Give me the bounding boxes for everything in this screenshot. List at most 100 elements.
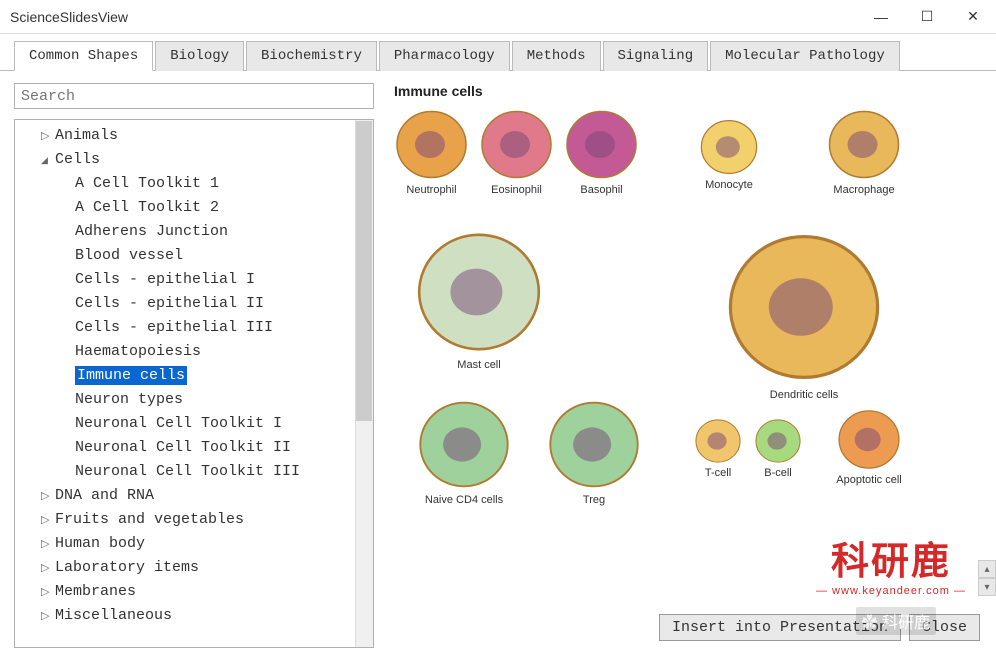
tab-biochemistry[interactable]: Biochemistry	[246, 41, 377, 71]
tab-molecular-pathology[interactable]: Molecular Pathology	[710, 41, 900, 71]
tab-pharmacology[interactable]: Pharmacology	[379, 41, 510, 71]
preview-item-eosinophil[interactable]: Eosinophil	[479, 107, 554, 196]
preview-item-label: Macrophage	[824, 184, 904, 196]
tree-item-label: Human body	[55, 535, 145, 552]
preview-item-neutrophil[interactable]: Neutrophil	[394, 107, 469, 196]
tree-item-a-cell-toolkit-1[interactable]: A Cell Toolkit 1	[15, 172, 373, 196]
scroll-down-icon[interactable]: ▾	[978, 578, 996, 596]
tree-item-label: Neuronal Cell Toolkit II	[75, 439, 291, 456]
tree-item-miscellaneous[interactable]: ▷Miscellaneous	[15, 604, 373, 628]
window-title: ScienceSlidesView	[10, 9, 858, 25]
tree-item-neuronal-cell-toolkit-ii[interactable]: Neuronal Cell Toolkit II	[15, 436, 373, 460]
tree-arrow-icon: ▷	[41, 489, 55, 507]
tree-item-dna-and-rna[interactable]: ▷DNA and RNA	[15, 484, 373, 508]
preview-item-label: Eosinophil	[479, 184, 554, 196]
minimize-button[interactable]: —	[858, 0, 904, 34]
tree-item-label: Neuronal Cell Toolkit I	[75, 415, 282, 432]
preview-item-macrophage[interactable]: Macrophage	[824, 107, 904, 196]
tree-item-adherens-junction[interactable]: Adherens Junction	[15, 220, 373, 244]
scrollbar-thumb[interactable]	[356, 121, 372, 421]
tree-item-label: Animals	[55, 127, 118, 144]
preview-item-treg[interactable]: Treg	[544, 397, 644, 506]
tree-item-blood-vessel[interactable]: Blood vessel	[15, 244, 373, 268]
tree-item-label: Membranes	[55, 583, 136, 600]
cell-illustration-icon	[824, 107, 904, 182]
search-input[interactable]	[14, 83, 374, 109]
tree-item-neuronal-cell-toolkit-iii[interactable]: Neuronal Cell Toolkit III	[15, 460, 373, 484]
tree-item-a-cell-toolkit-2[interactable]: A Cell Toolkit 2	[15, 196, 373, 220]
tree-item-neuron-types[interactable]: Neuron types	[15, 388, 373, 412]
tab-signaling[interactable]: Signaling	[603, 41, 709, 71]
cell-illustration-icon	[394, 107, 469, 182]
preview-item-label: Apoptotic cell	[834, 474, 904, 486]
tree-item-neuronal-cell-toolkit-i[interactable]: Neuronal Cell Toolkit I	[15, 412, 373, 436]
tree-item-cells[interactable]: ◢Cells	[15, 148, 373, 172]
preview-item-mast-cell[interactable]: Mast cell	[404, 227, 554, 371]
cell-illustration-icon	[564, 107, 639, 182]
tree-item-haematopoiesis[interactable]: Haematopoiesis	[15, 340, 373, 364]
preview-item-b-cell[interactable]: B-cell	[754, 417, 802, 479]
tree-container: ▷Animals◢CellsA Cell Toolkit 1A Cell Too…	[14, 119, 374, 648]
preview-item-label: Neutrophil	[394, 184, 469, 196]
preview-item-basophil[interactable]: Basophil	[564, 107, 639, 196]
cell-illustration-icon	[694, 417, 742, 465]
cell-illustration-icon	[834, 407, 904, 472]
tree-item-label: Neuron types	[75, 391, 183, 408]
tree-item-cells-epithelial-iii[interactable]: Cells - epithelial III	[15, 316, 373, 340]
watermark-small: ✿ 科研鹿	[856, 607, 936, 635]
tree-item-fruits-and-vegetables[interactable]: ▷Fruits and vegetables	[15, 508, 373, 532]
tree-arrow-icon: ▷	[41, 513, 55, 531]
window-controls: — ☐ ✕	[858, 0, 996, 34]
preview-item-label: T-cell	[694, 467, 742, 479]
tree-item-label: Neuronal Cell Toolkit III	[75, 463, 300, 480]
content-area: ▷Animals◢CellsA Cell Toolkit 1A Cell Too…	[0, 71, 996, 648]
tab-methods[interactable]: Methods	[512, 41, 601, 71]
tree-item-human-body[interactable]: ▷Human body	[15, 532, 373, 556]
tree-item-label: Laboratory items	[55, 559, 199, 576]
preview-scrollbar[interactable]: ▴ ▾	[978, 560, 996, 596]
maximize-button[interactable]: ☐	[904, 0, 950, 34]
tree-arrow-icon: ▷	[41, 585, 55, 603]
preview-item-monocyte[interactable]: Monocyte	[694, 117, 764, 191]
tab-common-shapes[interactable]: Common Shapes	[14, 41, 153, 71]
category-tree[interactable]: ▷Animals◢CellsA Cell Toolkit 1A Cell Too…	[15, 120, 373, 647]
tree-item-membranes[interactable]: ▷Membranes	[15, 580, 373, 604]
tree-item-animals[interactable]: ▷Animals	[15, 124, 373, 148]
tree-scrollbar[interactable]	[355, 120, 373, 647]
preview-item-dendritic-cells[interactable]: Dendritic cells	[694, 227, 914, 401]
cell-illustration-icon	[404, 227, 554, 357]
tree-item-label: Haematopoiesis	[75, 343, 201, 360]
preview-item-t-cell[interactable]: T-cell	[694, 417, 742, 479]
close-window-button[interactable]: ✕	[950, 0, 996, 34]
tree-item-label: Cells - epithelial II	[75, 295, 264, 312]
preview-item-label: Treg	[544, 494, 644, 506]
tree-item-immune-cells[interactable]: Immune cells	[15, 364, 373, 388]
tree-item-laboratory-items[interactable]: ▷Laboratory items	[15, 556, 373, 580]
cell-illustration-icon	[544, 397, 644, 492]
tab-bar: Common ShapesBiologyBiochemistryPharmaco…	[0, 34, 996, 71]
tree-arrow-icon: ◢	[41, 154, 55, 168]
preview-item-label: Naive CD4 cells	[414, 494, 514, 506]
tree-item-cells-epithelial-ii[interactable]: Cells - epithelial II	[15, 292, 373, 316]
tree-item-label: Cells	[55, 151, 100, 168]
tree-item-label: A Cell Toolkit 1	[75, 175, 219, 192]
preview-pane: Immune cells Neutrophil Eosinophil Basop…	[374, 83, 982, 648]
scroll-up-icon[interactable]: ▴	[978, 560, 996, 578]
preview-item-label: Monocyte	[694, 179, 764, 191]
titlebar: ScienceSlidesView — ☐ ✕	[0, 0, 996, 34]
preview-item-label: Basophil	[564, 184, 639, 196]
tree-item-cells-epithelial-i[interactable]: Cells - epithelial I	[15, 268, 373, 292]
preview-item-apoptotic-cell[interactable]: Apoptotic cell	[834, 407, 904, 486]
tree-arrow-icon: ▷	[41, 129, 55, 147]
preview-item-naive-cd4-cells[interactable]: Naive CD4 cells	[414, 397, 514, 506]
left-pane: ▷Animals◢CellsA Cell Toolkit 1A Cell Too…	[14, 83, 374, 648]
preview-item-label: Dendritic cells	[694, 389, 914, 401]
cell-illustration-icon	[479, 107, 554, 182]
preview-item-label: B-cell	[754, 467, 802, 479]
cell-illustration-icon	[754, 417, 802, 465]
cell-illustration-icon	[694, 117, 764, 177]
tree-item-label: Cells - epithelial I	[75, 271, 255, 288]
tree-item-label: Fruits and vegetables	[55, 511, 244, 528]
preview-title: Immune cells	[394, 83, 972, 99]
tab-biology[interactable]: Biology	[155, 41, 244, 71]
